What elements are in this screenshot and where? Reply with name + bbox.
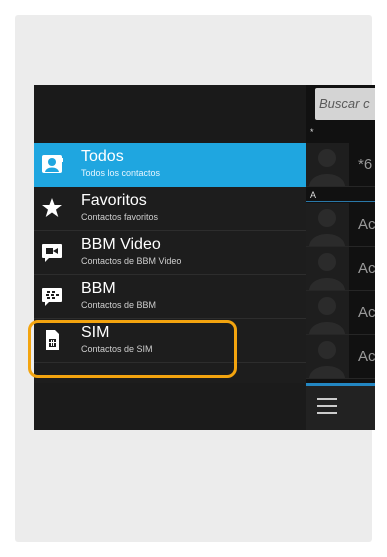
contact-row[interactable]: Ac (306, 335, 375, 379)
sim-highlight-outline (28, 320, 237, 378)
drawer-item-title: BBM Video (81, 236, 161, 253)
contact-row[interactable]: *6 (306, 143, 375, 187)
contact-row[interactable]: Ac (306, 203, 375, 247)
contact-card-icon (42, 155, 63, 173)
section-header-star: * (310, 127, 314, 137)
action-bar (306, 383, 375, 430)
drawer-item-subtitle: Todos los contactos (81, 168, 161, 178)
drawer-item-subtitle: Contactos de BBM (81, 300, 157, 310)
person-silhouette-icon (306, 247, 349, 290)
hamburger-menu-icon[interactable] (317, 398, 337, 416)
drawer-item-subtitle: Contactos favoritos (81, 212, 159, 222)
drawer-item-bbm[interactable]: BBM Contactos de BBM (34, 275, 306, 319)
drawer-header (34, 85, 306, 143)
filter-drawer: Todos Todos los contactos Favoritos Cont… (34, 85, 306, 430)
drawer-item-favoritos[interactable]: Favoritos Contactos favoritos (34, 187, 306, 231)
drawer-item-todos[interactable]: Todos Todos los contactos (34, 143, 306, 187)
section-header-a: A (306, 189, 375, 202)
search-field[interactable]: Buscar c (315, 88, 375, 120)
bbm-icon (42, 288, 62, 306)
person-silhouette-icon (306, 335, 349, 378)
search-placeholder: Buscar c (319, 96, 370, 111)
phone-screen: Todos Todos los contactos Favoritos Cont… (34, 85, 375, 430)
contact-list-pane: Buscar c * *6 A Ac Ac Ac Ac (306, 85, 375, 430)
person-silhouette-icon (306, 203, 349, 246)
contact-name: Ac (358, 216, 375, 233)
person-silhouette-icon (306, 143, 349, 186)
drawer-item-title: BBM (81, 280, 116, 297)
drawer-item-title: Favoritos (81, 192, 147, 209)
drawer-item-bbm-video[interactable]: BBM Video Contactos de BBM Video (34, 231, 306, 275)
star-icon (42, 198, 62, 217)
drawer-footer (34, 383, 306, 430)
contact-row[interactable]: Ac (306, 291, 375, 335)
person-silhouette-icon (306, 291, 349, 334)
drawer-item-title: Todos (81, 148, 124, 165)
contact-row[interactable]: Ac (306, 247, 375, 291)
contact-name: Ac (358, 260, 375, 277)
contact-name: Ac (358, 304, 375, 321)
drawer-item-subtitle: Contactos de BBM Video (81, 256, 182, 266)
video-camera-icon (42, 244, 62, 262)
contact-name: *6 (358, 156, 373, 173)
contact-name: Ac (358, 348, 375, 365)
